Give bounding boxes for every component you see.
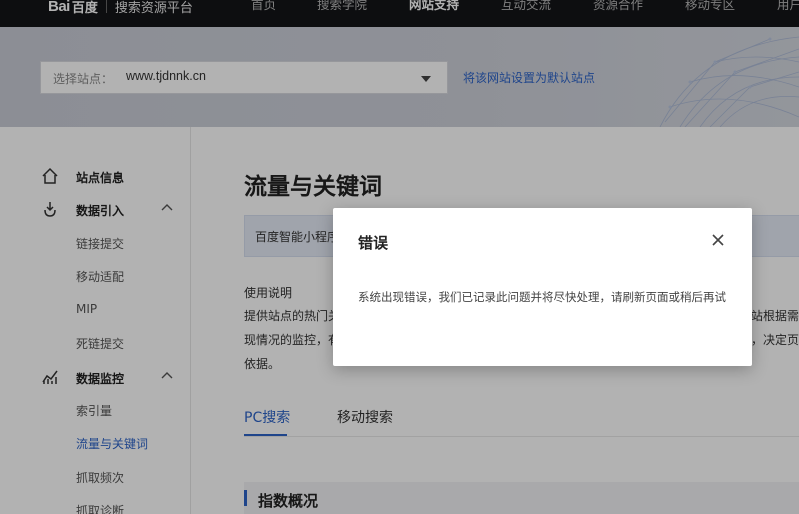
dialog-message: 系统出现错误，我们已记录此问题并将尽快处理，请刷新页面或稍后再试 <box>358 290 726 304</box>
dialog-title: 错误 <box>358 234 389 252</box>
error-dialog: 错误 系统出现错误，我们已记录此问题并将尽快处理，请刷新页面或稍后再试 <box>333 208 752 366</box>
close-icon[interactable] <box>710 232 726 248</box>
